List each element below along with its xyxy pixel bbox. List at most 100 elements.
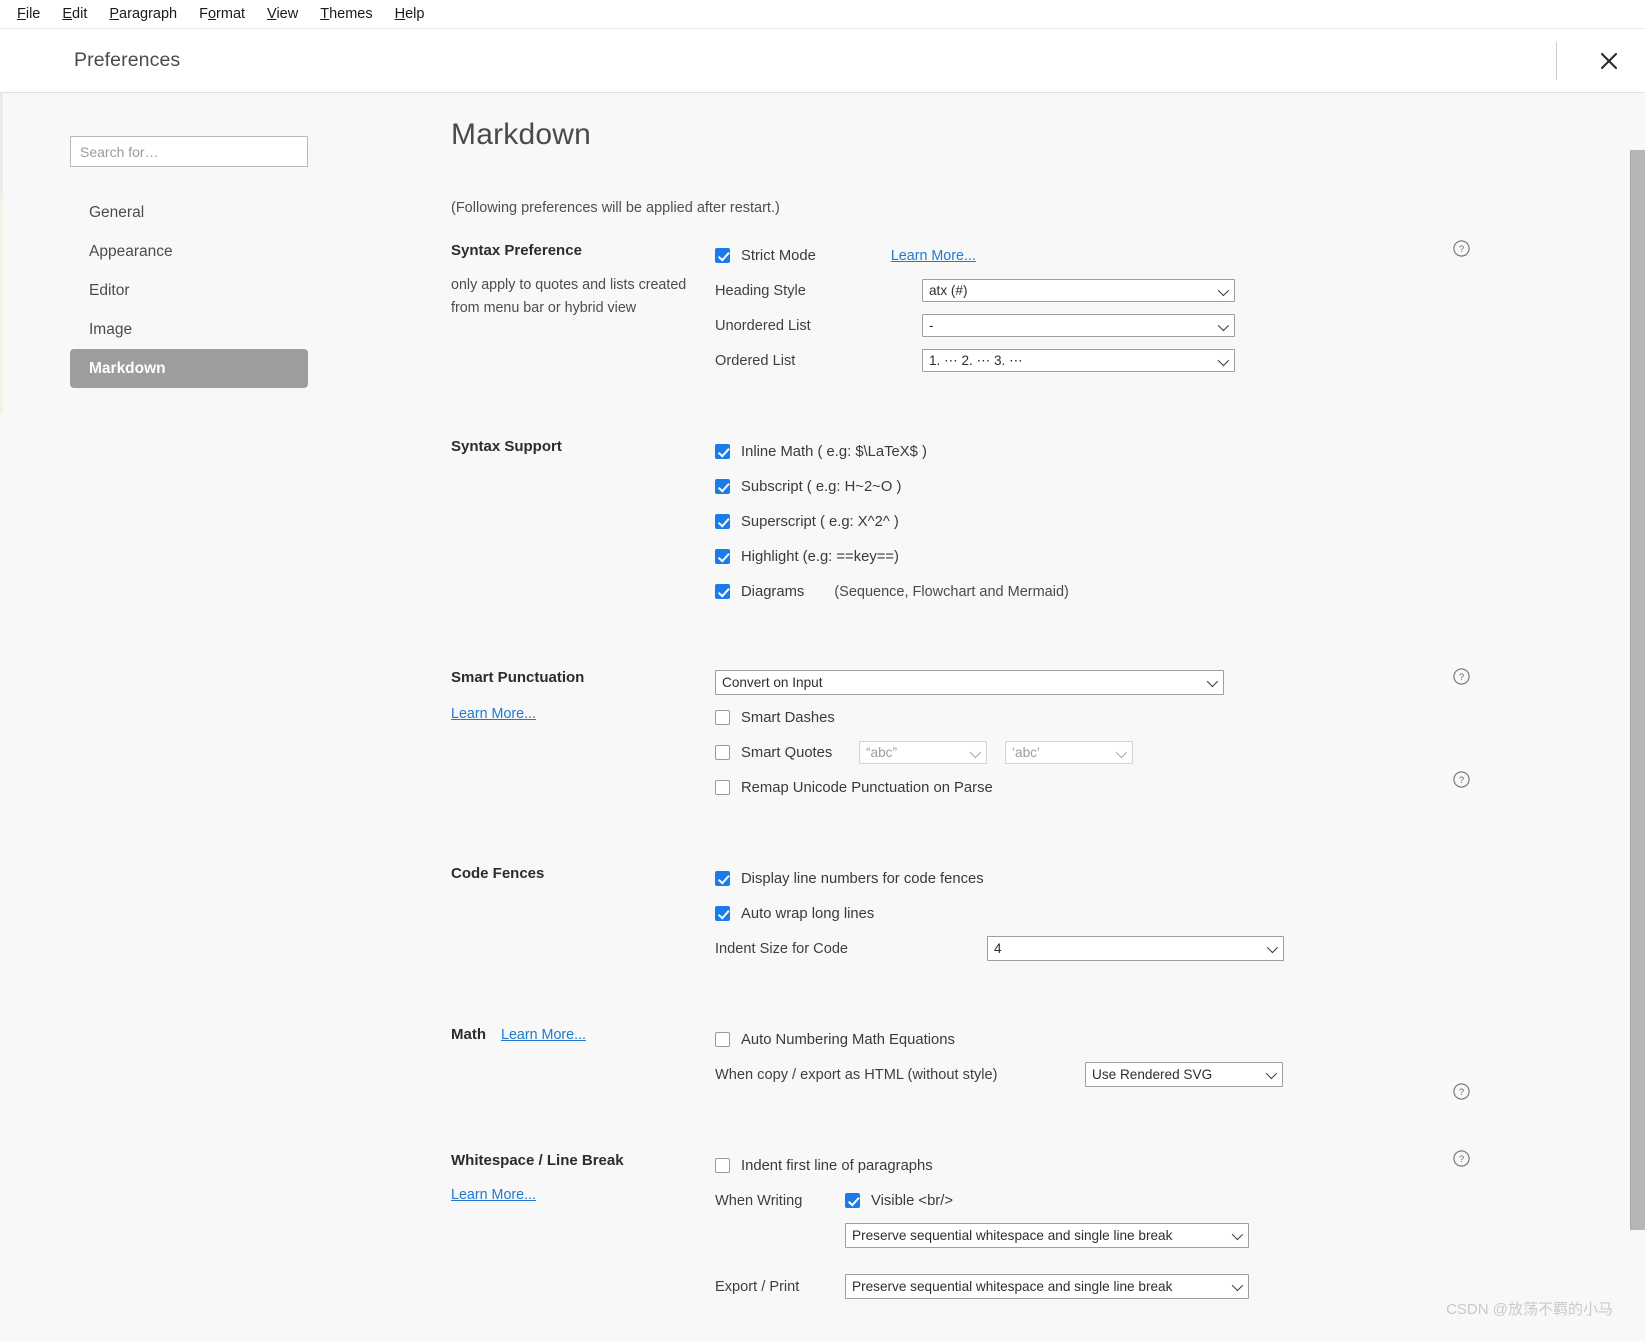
strict-mode-checkbox[interactable]: [715, 248, 730, 263]
menu-item-edit[interactable]: Edit: [53, 3, 96, 25]
math-learn-more-link[interactable]: Learn More...: [501, 1027, 586, 1043]
menu-item-format[interactable]: Format: [190, 3, 254, 25]
section-math: Math Learn More... Auto Numbering Math E…: [445, 1022, 1645, 1100]
when-writing-value: Preserve sequential whitespace and singl…: [852, 1228, 1173, 1243]
indent-size-select[interactable]: 4: [987, 936, 1284, 961]
row-heading-style: Heading Style atx (#): [715, 273, 1645, 308]
sidebar-item-image[interactable]: Image: [70, 310, 308, 349]
auto-numbering-label: Auto Numbering Math Equations: [741, 1031, 955, 1048]
menu-item-paragraph[interactable]: Paragraph: [100, 3, 186, 25]
menu-item-help[interactable]: Help: [386, 3, 434, 25]
sidebar-item-markdown[interactable]: Markdown: [70, 349, 308, 388]
help-circle-icon[interactable]: ?: [1453, 240, 1470, 257]
search-input[interactable]: [70, 136, 308, 167]
menu-item-file[interactable]: File: [8, 3, 49, 25]
vertical-scrollbar-track[interactable]: [1630, 93, 1645, 1341]
row-diagrams: Diagrams (Sequence, Flowchart and Mermai…: [715, 574, 1645, 609]
menu-item-view[interactable]: View: [258, 3, 307, 25]
sidebar-item-editor[interactable]: Editor: [70, 271, 308, 310]
smart-quotes-label: Smart Quotes: [741, 744, 833, 761]
title-bar-controls: [1556, 29, 1645, 92]
row-inline-math: Inline Math ( e.g: $\LaTeX$ ): [715, 434, 1645, 469]
auto-wrap-checkbox[interactable]: [715, 906, 730, 921]
section-title: Syntax Support: [451, 438, 562, 455]
window-title: Preferences: [74, 49, 181, 71]
help-circle-icon[interactable]: ?: [1453, 668, 1470, 685]
sidebar-item-appearance[interactable]: Appearance: [70, 232, 308, 271]
row-highlight: Highlight (e.g: ==key==): [715, 539, 1645, 574]
smart-quotes-double-select[interactable]: “abc”: [859, 741, 987, 764]
indent-first-line-checkbox[interactable]: [715, 1158, 730, 1173]
superscript-checkbox[interactable]: [715, 514, 730, 529]
ordered-list-select[interactable]: 1. ⋯ 2. ⋯ 3. ⋯: [922, 349, 1235, 372]
row-subscript: Subscript ( e.g: H~2~O ): [715, 469, 1645, 504]
section-body: Convert on Input Smart Dashes Smart Quot…: [715, 665, 1645, 805]
smart-punctuation-mode-select[interactable]: Convert on Input: [715, 670, 1224, 695]
smart-quotes-single-select[interactable]: ‘abc’: [1005, 741, 1133, 764]
smart-quotes-double-value: “abc”: [866, 745, 897, 760]
copy-export-select[interactable]: Use Rendered SVG: [1085, 1062, 1283, 1087]
watermark: CSDN @放荡不羁的小马: [1446, 1301, 1613, 1318]
export-print-select[interactable]: Preserve sequential whitespace and singl…: [845, 1274, 1249, 1299]
row-auto-numbering: Auto Numbering Math Equations: [715, 1022, 1645, 1057]
section-label: Whitespace / Line Break Learn More...: [445, 1148, 715, 1304]
auto-numbering-checkbox[interactable]: [715, 1032, 730, 1047]
line-numbers-label: Display line numbers for code fences: [741, 870, 984, 887]
visible-br-checkbox[interactable]: [845, 1193, 860, 1208]
row-smart-dashes: Smart Dashes: [715, 700, 1645, 735]
remap-unicode-checkbox[interactable]: [715, 780, 730, 795]
diagrams-label: Diagrams: [741, 583, 805, 600]
svg-text:?: ?: [1459, 244, 1464, 255]
diagrams-checkbox[interactable]: [715, 584, 730, 599]
line-numbers-checkbox[interactable]: [715, 871, 730, 886]
highlight-checkbox[interactable]: [715, 549, 730, 564]
preferences-body: General Appearance Editor Image Markdown…: [0, 93, 1645, 1341]
visible-br-label: Visible <br/>: [871, 1192, 953, 1209]
row-copy-export: When copy / export as HTML (without styl…: [715, 1057, 1645, 1092]
section-label: Math Learn More...: [445, 1022, 715, 1092]
inline-math-checkbox[interactable]: [715, 444, 730, 459]
page-title: Markdown: [451, 118, 591, 151]
row-strict-mode: Strict Mode Learn More...: [715, 238, 1645, 273]
sidebar-item-general[interactable]: General: [70, 193, 308, 232]
row-superscript: Superscript ( e.g: X^2^ ): [715, 504, 1645, 539]
smart-punctuation-learn-more-link[interactable]: Learn More...: [451, 706, 536, 722]
help-circle-icon[interactable]: ?: [1453, 1150, 1470, 1167]
vertical-scrollbar-thumb[interactable]: [1630, 150, 1645, 1230]
row-smart-punctuation-mode: Convert on Input: [715, 665, 1645, 700]
menu-item-themes[interactable]: Themes: [311, 3, 381, 25]
smart-quotes-checkbox[interactable]: [715, 745, 730, 760]
sidebar-nav: General Appearance Editor Image Markdown: [0, 193, 445, 388]
inline-math-label: Inline Math ( e.g: $\LaTeX$ ): [741, 443, 927, 460]
copy-export-value: Use Rendered SVG: [1092, 1067, 1213, 1082]
row-remap-unicode: Remap Unicode Punctuation on Parse: [715, 770, 1645, 805]
subscript-checkbox[interactable]: [715, 479, 730, 494]
row-line-numbers: Display line numbers for code fences: [715, 861, 1645, 896]
close-button[interactable]: [1581, 33, 1637, 89]
smart-dashes-checkbox[interactable]: [715, 710, 730, 725]
when-writing-select[interactable]: Preserve sequential whitespace and singl…: [845, 1223, 1249, 1248]
help-circle-icon[interactable]: ?: [1453, 771, 1470, 788]
subscript-label: Subscript ( e.g: H~2~O ): [741, 478, 902, 495]
row-unordered-list: Unordered List -: [715, 308, 1645, 343]
sidebar-item-label: General: [89, 203, 145, 221]
section-body: Strict Mode Learn More... Heading Style …: [715, 238, 1645, 378]
heading-style-select[interactable]: atx (#): [922, 279, 1235, 302]
menu-bar: File Edit Paragraph Format View Themes H…: [0, 0, 1645, 29]
smart-quotes-single-value: ‘abc’: [1012, 745, 1040, 760]
section-label: Syntax Preference only apply to quotes a…: [445, 238, 715, 378]
help-circle-icon[interactable]: ?: [1453, 1083, 1470, 1100]
window-title-bar: Preferences: [0, 29, 1645, 93]
indent-size-value: 4: [994, 941, 1002, 956]
row-when-writing: When Writing Visible <br/>: [715, 1183, 1645, 1218]
whitespace-learn-more-link[interactable]: Learn More...: [451, 1187, 536, 1203]
unordered-list-select[interactable]: -: [922, 314, 1235, 337]
row-ordered-list: Ordered List 1. ⋯ 2. ⋯ 3. ⋯: [715, 343, 1645, 378]
heading-style-label: Heading Style: [715, 282, 806, 299]
syntax-preference-learn-more-link[interactable]: Learn More...: [891, 248, 976, 264]
section-body: Indent first line of paragraphs When Wri…: [715, 1148, 1645, 1304]
indent-size-label: Indent Size for Code: [715, 940, 849, 957]
